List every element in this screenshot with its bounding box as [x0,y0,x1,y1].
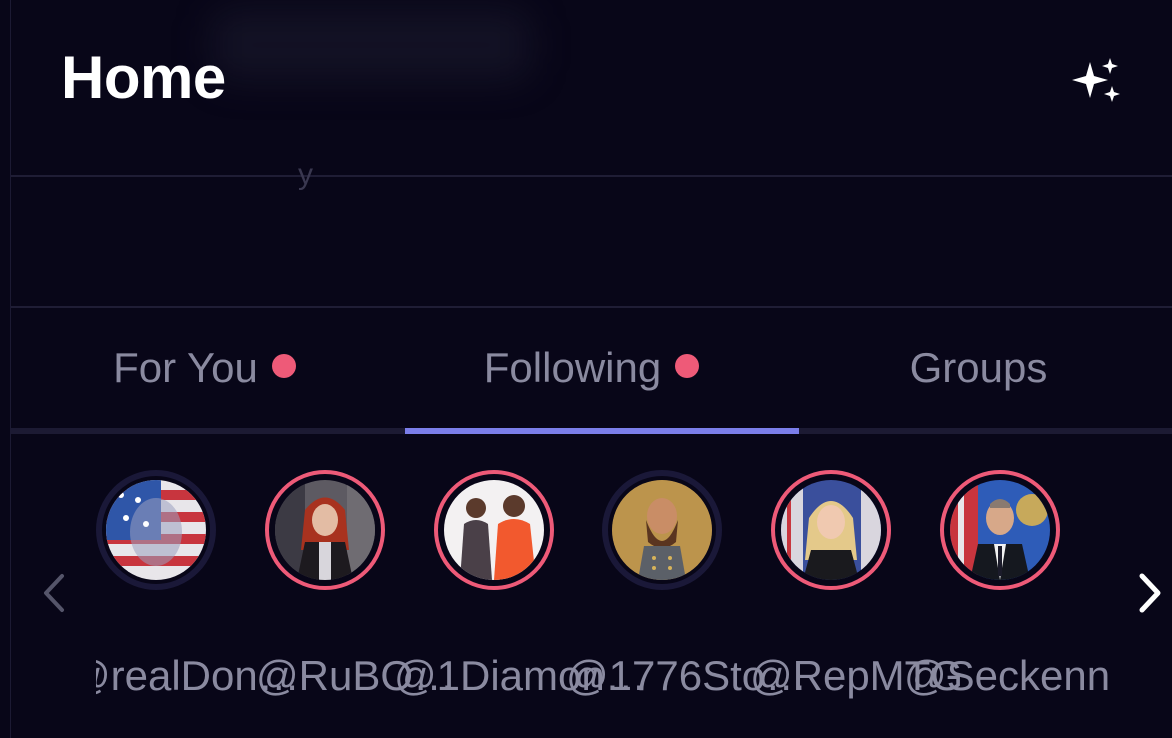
tab-for-you[interactable]: For You [11,308,398,428]
avatar [950,480,1050,580]
story-avatar-repmtg[interactable] [771,470,891,590]
chevron-left-icon [44,574,64,612]
story-handles-row: @realDon… @RuBO… @1Diamon… @1776Sto… @Re… [96,652,1108,712]
divider [11,175,1172,177]
header: Home [11,0,1172,175]
tab-label: For You [113,344,258,391]
avatar [106,480,206,580]
active-tab-indicator [405,428,799,434]
chevron-right-icon [1139,573,1161,613]
story-avatar-realdon[interactable] [96,470,216,590]
story-handle[interactable]: @realDon… [96,652,300,700]
tab-bar: For You Following Groups [11,308,1172,428]
sparkle-icon [1072,58,1120,102]
story-handle[interactable]: @Seckenn… [904,652,1108,700]
notification-dot [675,354,700,378]
story-avatar-seckenn[interactable] [940,470,1060,590]
story-avatar-1diamon[interactable] [434,470,554,590]
notification-dot [271,354,296,378]
scrolled-content-fragment: y [298,158,313,191]
tab-label: Following [483,344,662,391]
tab-following[interactable]: Following [398,308,785,428]
stories-prev-button[interactable] [34,568,74,618]
tab-groups[interactable]: Groups [785,308,1172,428]
stories-next-button[interactable] [1128,568,1168,618]
tab-label: Groups [909,344,1048,391]
story-avatar-rubo[interactable] [265,470,385,590]
avatar [444,480,544,580]
story-handle[interactable]: @1776Sto… [566,652,807,700]
avatar [781,480,881,580]
header-background-blur [211,10,531,80]
sparkle-button[interactable] [1070,56,1124,106]
page-title: Home [61,44,226,111]
story-avatar-1776sto[interactable] [602,470,722,590]
avatar [275,480,375,580]
story-handle[interactable]: @1Diamon… [394,652,647,700]
avatar [612,480,712,580]
